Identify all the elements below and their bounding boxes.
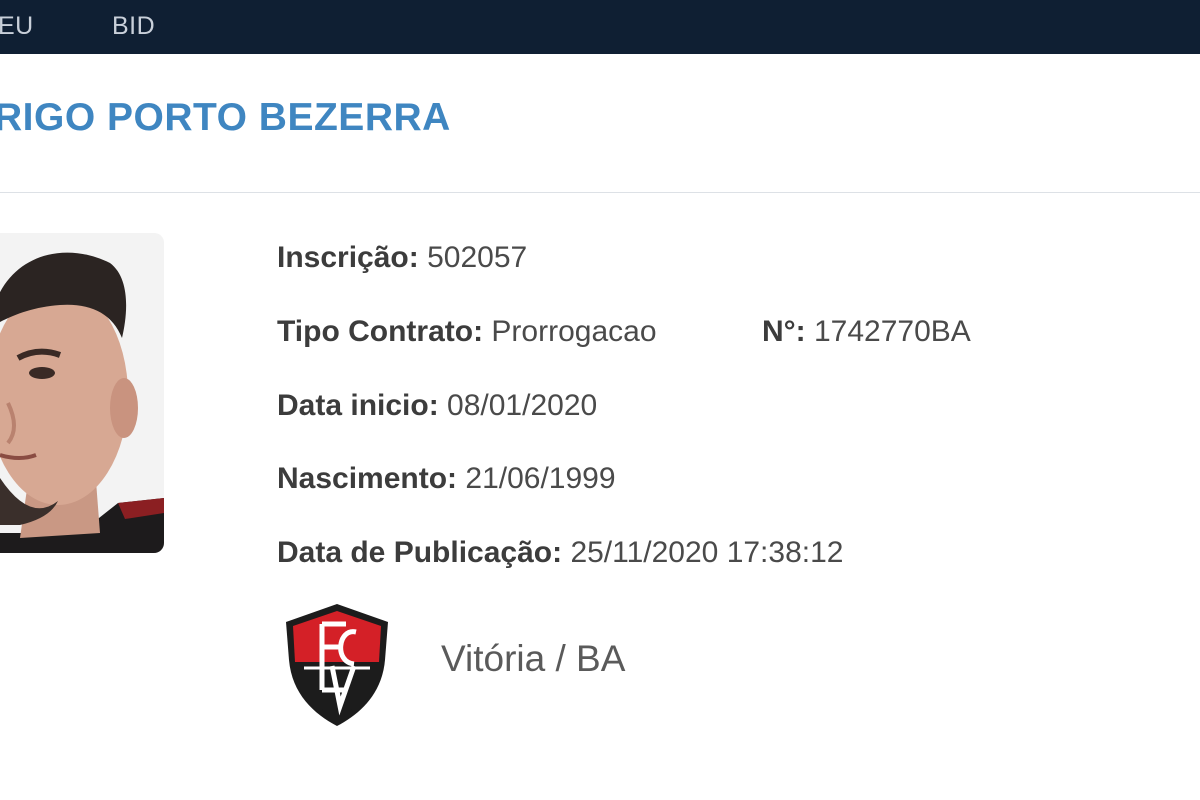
- inscricao-row: Inscrição: 502057: [277, 243, 527, 273]
- top-navigation-bar: EU BID: [0, 0, 1200, 54]
- publicacao-value: 25/11/2020 17:38:12: [570, 536, 844, 569]
- tipo-contrato-row: Tipo Contrato: Prorrogacao: [277, 317, 657, 347]
- data-inicio-value: 08/01/2020: [447, 389, 598, 422]
- nascimento-row: Nascimento: 21/06/1999: [277, 464, 616, 494]
- publicacao-row: Data de Publicação: 25/11/2020 17:38:12: [277, 538, 843, 568]
- inscricao-value: 502057: [427, 241, 528, 274]
- club-crest-icon: [284, 602, 390, 728]
- player-photo: [0, 233, 164, 553]
- contract-number-value: 1742770BA: [814, 315, 971, 348]
- nascimento-value: 21/06/1999: [465, 462, 616, 495]
- nascimento-label: Nascimento:: [277, 462, 458, 495]
- tipo-contrato-value: Prorrogacao: [491, 315, 657, 348]
- inscricao-label: Inscrição:: [277, 241, 419, 274]
- nav-item-eu[interactable]: EU: [0, 14, 34, 39]
- player-photo-image: [0, 233, 164, 553]
- club-name: Vitória / BA: [441, 638, 626, 679]
- player-name: RIGO PORTO BEZERRA: [0, 96, 451, 139]
- contract-number-field: N°: 1742770BA: [762, 317, 971, 347]
- data-inicio-label: Data inicio:: [277, 389, 439, 422]
- data-inicio-row: Data inicio: 08/01/2020: [277, 391, 597, 421]
- publicacao-label: Data de Publicação:: [277, 536, 563, 569]
- tipo-contrato-label: Tipo Contrato:: [277, 315, 484, 348]
- nav-item-bid[interactable]: BID: [112, 14, 155, 39]
- contract-number-label: N°:: [762, 315, 806, 348]
- player-header: RIGO PORTO BEZERRA: [0, 54, 1200, 193]
